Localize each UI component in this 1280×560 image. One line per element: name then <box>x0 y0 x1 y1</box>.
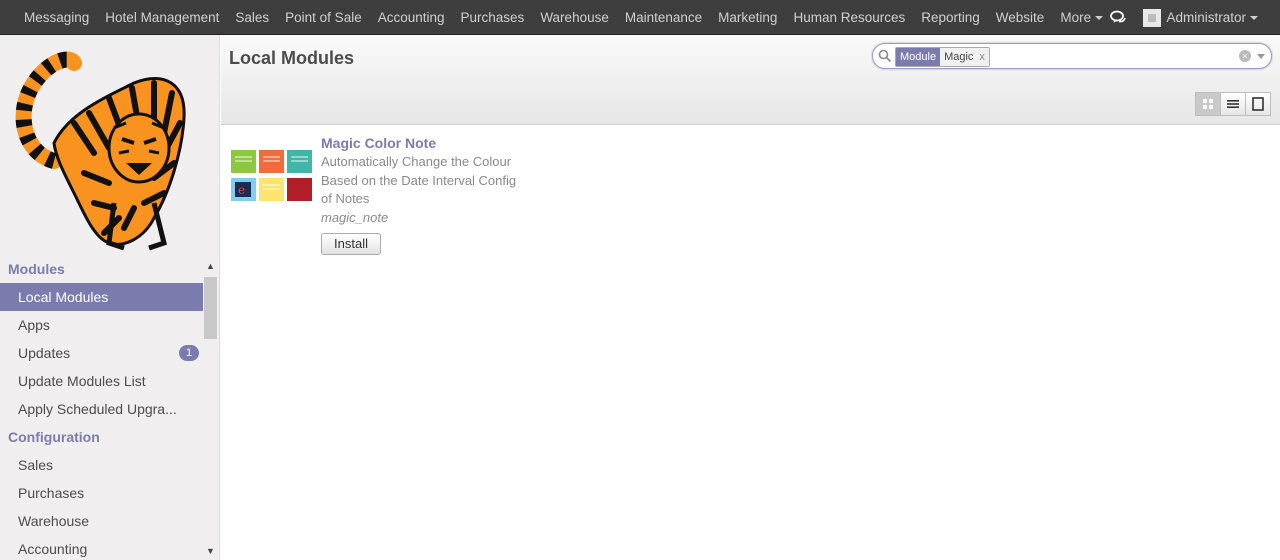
scroll-up-arrow-icon[interactable]: ▲ <box>203 261 218 275</box>
sidebar: Modules Local Modules Apps Updates 1 Upda… <box>0 35 220 560</box>
sidebar-item-label: Apps <box>18 317 50 333</box>
sidebar-nav: Modules Local Modules Apps Updates 1 Upda… <box>0 255 203 560</box>
menu-warehouse[interactable]: Warehouse <box>532 10 617 25</box>
sidebar-item-local-modules[interactable]: Local Modules <box>0 283 203 311</box>
facet-value: Magic <box>940 48 978 66</box>
menu-point-of-sale[interactable]: Point of Sale <box>277 10 370 25</box>
user-menu[interactable]: Administrator <box>1143 8 1258 27</box>
sidebar-scrollbar[interactable]: ▲ ▼ <box>203 261 218 560</box>
menu-hotel-management[interactable]: Hotel Management <box>97 10 227 25</box>
module-technical-name: magic_note <box>321 210 389 225</box>
sidebar-item-label: Sales <box>18 457 54 473</box>
kanban-icon <box>1203 99 1213 109</box>
sidebar-item-apply-scheduled-upgrades[interactable]: Apply Scheduled Upgra... <box>0 395 203 423</box>
sidebar-item-label: Updates <box>18 345 71 361</box>
sidebar-item-label: Apply Scheduled Upgra... <box>18 401 177 417</box>
view-switcher <box>1195 92 1271 116</box>
install-button[interactable]: Install <box>321 233 381 255</box>
scroll-thumb[interactable] <box>204 277 217 339</box>
module-card[interactable]: e Magic Color Note Automatically Change … <box>230 133 530 258</box>
search-options-dropdown-icon[interactable] <box>1257 54 1265 59</box>
list-icon <box>1227 100 1239 108</box>
clear-search-icon[interactable]: × <box>1239 50 1251 62</box>
caret-down-icon <box>1095 16 1104 21</box>
top-navbar: Messaging Hotel Management Sales Point o… <box>0 0 1280 35</box>
company-logo[interactable] <box>14 43 194 253</box>
menu-website[interactable]: Website <box>988 10 1053 25</box>
sidebar-item-purchases[interactable]: Purchases <box>0 479 203 507</box>
module-name[interactable]: Magic Color Note <box>321 135 436 151</box>
menu-reporting[interactable]: Reporting <box>913 10 988 25</box>
list-view-button[interactable] <box>1221 92 1246 116</box>
chat-icon[interactable] <box>1109 8 1129 28</box>
sidebar-item-apps[interactable]: Apps <box>0 311 203 339</box>
menu-sales[interactable]: Sales <box>227 10 277 25</box>
section-title-modules: Modules <box>8 261 65 277</box>
sidebar-item-updates[interactable]: Updates 1 <box>0 339 203 367</box>
sidebar-item-label: Warehouse <box>18 513 90 529</box>
sidebar-item-label: Update Modules List <box>18 373 146 389</box>
more-label: More <box>1060 10 1092 25</box>
menu-maintenance[interactable]: Maintenance <box>617 10 710 25</box>
user-name: Administrator <box>1166 10 1246 25</box>
search-input[interactable] <box>993 47 1237 67</box>
module-icon: e <box>230 147 314 205</box>
facet-remove-icon[interactable]: x <box>977 48 989 66</box>
sidebar-item-label: Accounting <box>18 541 88 557</box>
kanban-view-button[interactable] <box>1195 92 1221 116</box>
search-box[interactable]: Module Magic x × <box>872 43 1272 69</box>
sidebar-item-label: Local Modules <box>18 289 109 305</box>
scroll-down-arrow-icon[interactable]: ▼ <box>203 546 218 560</box>
sidebar-item-accounting[interactable]: Accounting <box>0 535 203 560</box>
menu-messaging[interactable]: Messaging <box>16 10 97 25</box>
svg-text:e: e <box>238 183 245 197</box>
control-panel: Local Modules Module Magic x × <box>221 35 1280 125</box>
sidebar-item-label: Purchases <box>18 485 85 501</box>
sidebar-item-warehouse[interactable]: Warehouse <box>0 507 203 535</box>
menu-more[interactable]: More <box>1052 10 1111 25</box>
menu-human-resources[interactable]: Human Resources <box>785 10 913 25</box>
sidebar-item-update-modules-list[interactable]: Update Modules List <box>0 367 203 395</box>
avatar <box>1143 8 1162 27</box>
sidebar-item-sales[interactable]: Sales <box>0 451 203 479</box>
menu-purchases[interactable]: Purchases <box>453 10 533 25</box>
section-title-configuration: Configuration <box>8 429 100 445</box>
facet-category: Module <box>896 48 941 66</box>
search-icon <box>878 49 892 63</box>
module-summary: Automatically Change the Colour Based on… <box>321 154 517 206</box>
menu-accounting[interactable]: Accounting <box>370 10 453 25</box>
form-view-button[interactable] <box>1246 92 1271 116</box>
caret-down-icon <box>1250 15 1258 20</box>
app-menu: Messaging Hotel Management Sales Point o… <box>16 0 1111 35</box>
topbar-right: Administrator <box>1109 0 1258 35</box>
search-facet: Module Magic x <box>895 47 990 67</box>
menu-marketing[interactable]: Marketing <box>710 10 785 25</box>
form-icon <box>1252 97 1264 111</box>
page-title: Local Modules <box>229 48 355 68</box>
updates-count-badge: 1 <box>179 345 199 361</box>
